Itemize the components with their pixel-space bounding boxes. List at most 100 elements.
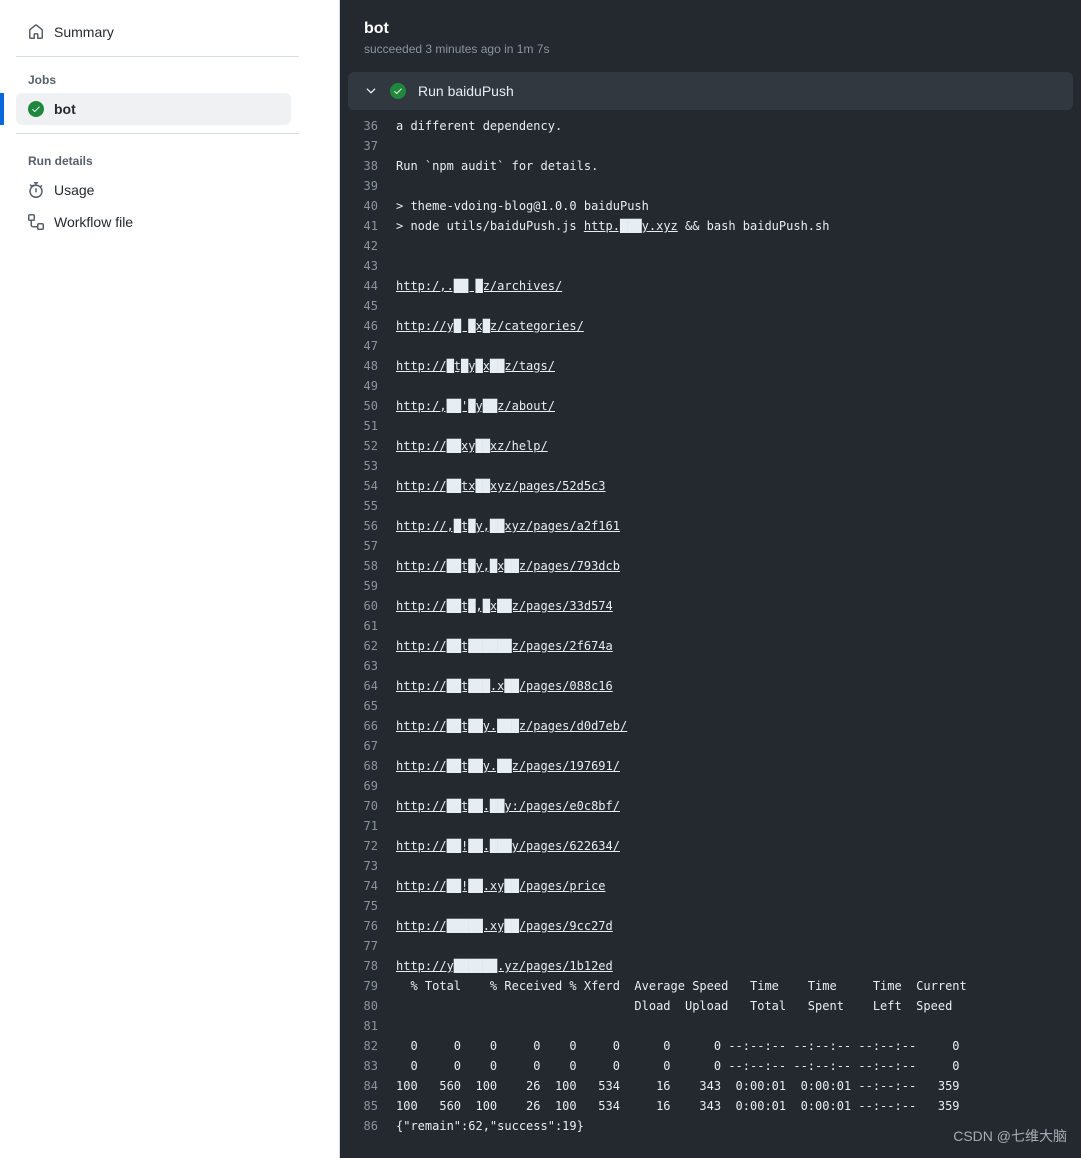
log-url[interactable]: http:/,​██'█y██z/about/ bbox=[396, 399, 555, 413]
log-line: 37 bbox=[340, 136, 1081, 156]
log-line: 70http://​██t██.██y:/pages/e0c8bf/ bbox=[340, 796, 1081, 816]
log-line: 42 bbox=[340, 236, 1081, 256]
log-line: 75 bbox=[340, 896, 1081, 916]
line-content: > theme-vdoing-blog@1.0.0 baiduPush bbox=[396, 196, 649, 216]
workflow-file-label: Workflow file bbox=[54, 214, 133, 230]
log-line: 57 bbox=[340, 536, 1081, 556]
log-url[interactable]: http://​██t██████z/pages/2f674a bbox=[396, 639, 613, 653]
line-number: 77 bbox=[340, 936, 396, 956]
log-url[interactable]: http://​██t█y,█x██z/pages/793dcb bbox=[396, 559, 620, 573]
log-line: 51 bbox=[340, 416, 1081, 436]
log-output[interactable]: 36a different dependency.3738Run `npm au… bbox=[340, 112, 1081, 1158]
home-icon bbox=[28, 24, 44, 40]
log-line: 71 bbox=[340, 816, 1081, 836]
usage-nav[interactable]: Usage bbox=[16, 174, 339, 206]
line-number: 63 bbox=[340, 656, 396, 676]
line-number: 53 bbox=[340, 456, 396, 476]
log-line: 39 bbox=[340, 176, 1081, 196]
line-number: 79 bbox=[340, 976, 396, 996]
job-item-bot[interactable]: bot bbox=[16, 93, 291, 125]
log-line: 77 bbox=[340, 936, 1081, 956]
line-content: Dload Upload Total Spent Left Speed bbox=[396, 996, 952, 1016]
line-number: 62 bbox=[340, 636, 396, 656]
line-number: 81 bbox=[340, 1016, 396, 1036]
log-line: 73 bbox=[340, 856, 1081, 876]
line-number: 48 bbox=[340, 356, 396, 376]
line-number: 65 bbox=[340, 696, 396, 716]
line-content: http://​██t██y.██z/pages/197691/ bbox=[396, 756, 620, 776]
log-line: 72http://​██!██.███y/pages/622634/ bbox=[340, 836, 1081, 856]
line-content: http://​██!██.███y/pages/622634/ bbox=[396, 836, 620, 856]
log-line: 43 bbox=[340, 256, 1081, 276]
line-number: 70 bbox=[340, 796, 396, 816]
line-content: > node utils/baiduPush.js http.​███​y.xy… bbox=[396, 216, 829, 236]
log-url[interactable]: http://​██t██y.███z/pages/d0d7eb/ bbox=[396, 719, 627, 733]
line-number: 59 bbox=[340, 576, 396, 596]
line-number: 86 bbox=[340, 1116, 396, 1136]
log-line: 53 bbox=[340, 456, 1081, 476]
line-number: 43 bbox=[340, 256, 396, 276]
log-url[interactable]: http://​██t███.x██/pages/088c16 bbox=[396, 679, 613, 693]
log-line: 54http://​██tx██xyz/pages/52d5c3 bbox=[340, 476, 1081, 496]
log-url[interactable]: http://​█t█y█x██z/tags/ bbox=[396, 359, 555, 373]
log-url[interactable]: http://​██xy██xz/help/ bbox=[396, 439, 548, 453]
check-icon bbox=[390, 83, 406, 99]
log-url[interactable]: http://​██tx██xyz/pages/52d5c3 bbox=[396, 479, 606, 493]
line-number: 84 bbox=[340, 1076, 396, 1096]
job-label: bot bbox=[54, 101, 76, 117]
step-header[interactable]: Run baiduPush bbox=[348, 72, 1073, 110]
line-number: 40 bbox=[340, 196, 396, 216]
line-number: 71 bbox=[340, 816, 396, 836]
line-number: 45 bbox=[340, 296, 396, 316]
log-url[interactable]: http://​██t██y.██z/pages/197691/ bbox=[396, 759, 620, 773]
line-number: 42 bbox=[340, 236, 396, 256]
log-url[interactable]: http://​██!██.███y/pages/622634/ bbox=[396, 839, 620, 853]
log-line: 68http://​██t██y.██z/pages/197691/ bbox=[340, 756, 1081, 776]
log-url[interactable]: http://​██!██.xy██/pages/price bbox=[396, 879, 606, 893]
log-line: 66http://​██t██y.███z/pages/d0d7eb/ bbox=[340, 716, 1081, 736]
line-number: 52 bbox=[340, 436, 396, 456]
log-url[interactable]: http:/,​.██ █z/archives/ bbox=[396, 279, 562, 293]
check-icon bbox=[28, 101, 44, 117]
line-number: 68 bbox=[340, 756, 396, 776]
line-number: 75 bbox=[340, 896, 396, 916]
line-number: 73 bbox=[340, 856, 396, 876]
log-url[interactable]: http://​██t█,█x██z/pages/33d574 bbox=[396, 599, 613, 613]
log-url[interactable]: http.​███​y.xyz bbox=[584, 219, 678, 233]
log-line: 36a different dependency. bbox=[340, 116, 1081, 136]
line-content: Run `npm audit` for details. bbox=[396, 156, 598, 176]
log-url[interactable]: http://​██t██.██y:/pages/e0c8bf/ bbox=[396, 799, 620, 813]
line-content: http://​██t██.██y:/pages/e0c8bf/ bbox=[396, 796, 620, 816]
line-number: 38 bbox=[340, 156, 396, 176]
line-content: http:/,​.██ █z/archives/ bbox=[396, 276, 562, 296]
line-number: 57 bbox=[340, 536, 396, 556]
summary-nav[interactable]: Summary bbox=[16, 16, 299, 57]
line-number: 56 bbox=[340, 516, 396, 536]
divider bbox=[16, 133, 299, 134]
log-line: 40> theme-vdoing-blog@1.0.0 baiduPush bbox=[340, 196, 1081, 216]
line-number: 74 bbox=[340, 876, 396, 896]
line-content: http://​██t██████z/pages/2f674a bbox=[396, 636, 613, 656]
log-url[interactable]: http://,​█t█y,██xyz/pages/a2f161 bbox=[396, 519, 620, 533]
line-content: http://y██████.yz/pages/1b12ed bbox=[396, 956, 613, 976]
log-url[interactable]: http://y​█ █x█z/categories/ bbox=[396, 319, 584, 333]
chevron-down-icon[interactable] bbox=[364, 84, 378, 98]
line-number: 58 bbox=[340, 556, 396, 576]
line-content: http://,​█t█y,██xyz/pages/a2f161 bbox=[396, 516, 620, 536]
log-line: 81 bbox=[340, 1016, 1081, 1036]
log-url[interactable]: http://y██████.yz/pages/1b12ed bbox=[396, 959, 613, 973]
line-number: 37 bbox=[340, 136, 396, 156]
log-url[interactable]: http://​█████.xy██/pages/9cc27d bbox=[396, 919, 613, 933]
line-number: 64 bbox=[340, 676, 396, 696]
workflow-file-nav[interactable]: Workflow file bbox=[16, 206, 339, 238]
line-content: 0 0 0 0 0 0 0 0 --:--:-- --:--:-- --:--:… bbox=[396, 1036, 960, 1056]
line-content: http://​██xy██xz/help/ bbox=[396, 436, 548, 456]
summary-label: Summary bbox=[54, 24, 114, 40]
line-content: http://​██t███.x██/pages/088c16 bbox=[396, 676, 613, 696]
log-line: 74http://​██!██.xy██/pages/price bbox=[340, 876, 1081, 896]
line-number: 51 bbox=[340, 416, 396, 436]
line-number: 80 bbox=[340, 996, 396, 1016]
log-line: 56http://,​█t█y,██xyz/pages/a2f161 bbox=[340, 516, 1081, 536]
watermark: CSDN @七维大脑 bbox=[953, 1126, 1067, 1146]
status-text: succeeded 3 minutes ago in 1m 7s bbox=[364, 42, 1057, 56]
